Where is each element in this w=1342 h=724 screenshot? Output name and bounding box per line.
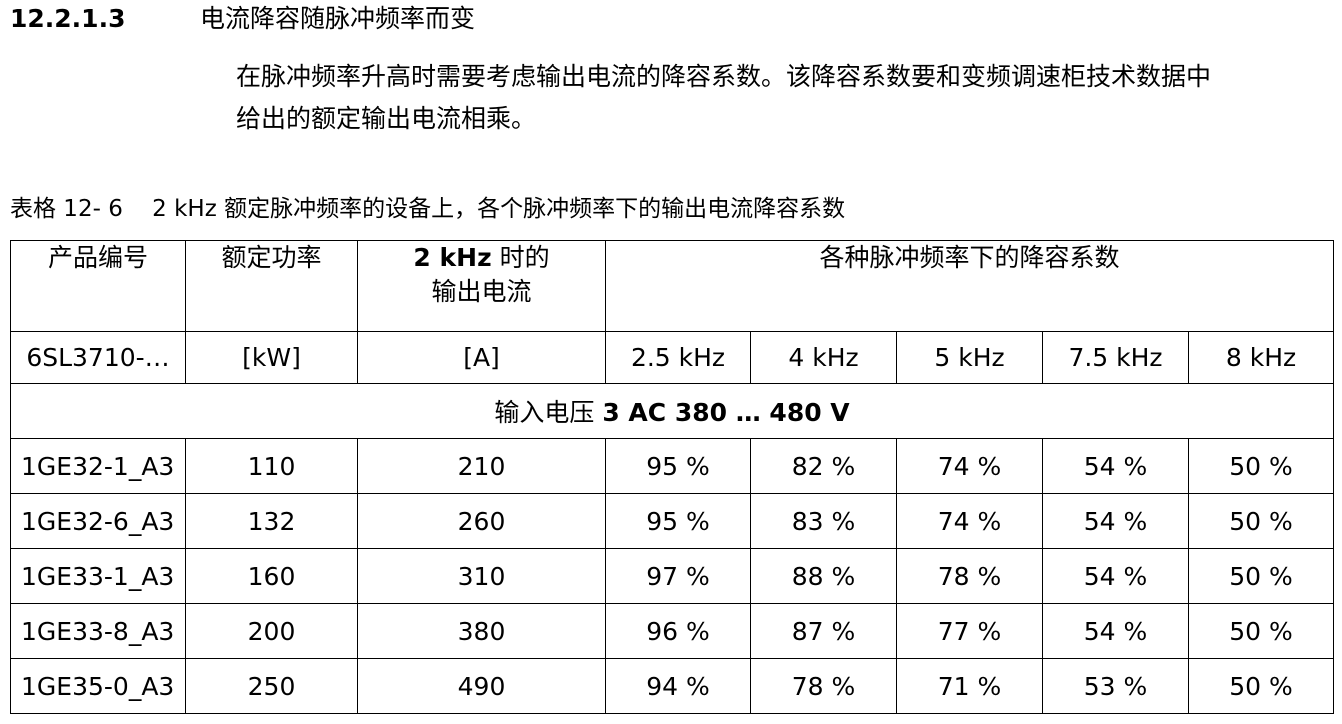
cell-derating-4khz: 88 % bbox=[750, 548, 897, 604]
intro-line-2: 给出的额定输出电流相乘。 bbox=[236, 104, 537, 133]
table-caption-id: 表格 12- 6 bbox=[10, 196, 123, 222]
unit-freq-8khz: 8 kHz bbox=[1187, 331, 1335, 384]
voltage-cell: 输入电压 3 AC 380 … 480 V bbox=[9, 383, 1335, 439]
cell-derating-5khz: 71 % bbox=[896, 658, 1043, 714]
cell-output-current: 210 bbox=[357, 438, 606, 494]
cell-derating-7-5khz: 54 % bbox=[1042, 548, 1189, 604]
cell-derating-5khz: 78 % bbox=[896, 548, 1043, 604]
table-row: 1GE35-0_A3 250 490 94 % 78 % 71 % 53 % 5… bbox=[10, 658, 1335, 714]
section-title: 电流降容随脉冲频率而变 bbox=[200, 4, 476, 33]
cell-rated-power: 160 bbox=[185, 548, 358, 604]
cell-derating-7-5khz: 54 % bbox=[1042, 493, 1189, 549]
voltage-prefix: 输入电压 bbox=[494, 398, 603, 427]
cell-product-code: 1GE33-8_A3 bbox=[10, 603, 186, 659]
header-derating-group: 各种脉冲频率下的降容系数 bbox=[604, 240, 1335, 332]
intro-paragraph: 在脉冲频率升高时需要考虑输出电流的降容系数。该降容系数要和变频调速柜技术数据中 … bbox=[236, 56, 1336, 140]
unit-freq-5khz: 5 kHz bbox=[896, 331, 1043, 384]
unit-freq-2-5khz: 2.5 kHz bbox=[605, 331, 751, 384]
cell-derating-7-5khz: 54 % bbox=[1042, 603, 1189, 659]
cell-output-current: 380 bbox=[357, 603, 606, 659]
table-caption: 表格 12- 6 2 kHz 额定脉冲频率的设备上，各个脉冲频率下的输出电流降容… bbox=[10, 192, 845, 226]
cell-derating-4khz: 82 % bbox=[750, 438, 897, 494]
cell-product-code: 1GE35-0_A3 bbox=[10, 658, 186, 714]
cell-derating-2-5khz: 94 % bbox=[605, 658, 751, 714]
header-output-current-suffix: 时的 bbox=[491, 243, 550, 272]
cell-derating-5khz: 74 % bbox=[896, 493, 1043, 549]
unit-freq-4khz: 4 kHz bbox=[750, 331, 897, 384]
cell-derating-7-5khz: 54 % bbox=[1042, 438, 1189, 494]
cell-derating-4khz: 87 % bbox=[750, 603, 897, 659]
cell-derating-8khz: 50 % bbox=[1187, 658, 1335, 714]
header-output-current-freq: 2 kHz bbox=[413, 243, 492, 272]
derating-table: 产品编号 额定功率 2 kHz 时的 输出电流 各种脉冲频率下的降容系数 6SL… bbox=[9, 240, 1335, 714]
table-caption-text: 2 kHz 额定脉冲频率的设备上，各个脉冲频率下的输出电流降容系数 bbox=[152, 196, 846, 222]
cell-derating-2-5khz: 97 % bbox=[605, 548, 751, 604]
table-row: 1GE32-6_A3 132 260 95 % 83 % 74 % 54 % 5… bbox=[10, 493, 1335, 549]
cell-derating-5khz: 77 % bbox=[896, 603, 1043, 659]
table-row: 1GE32-1_A3 110 210 95 % 82 % 74 % 54 % 5… bbox=[10, 438, 1335, 494]
cell-derating-8khz: 50 % bbox=[1187, 438, 1335, 494]
cell-product-code: 1GE33-1_A3 bbox=[10, 548, 186, 604]
unit-freq-7-5khz: 7.5 kHz bbox=[1042, 331, 1189, 384]
unit-row: 6SL3710-… [kW] [A] 2.5 kHz 4 kHz 5 kHz 7… bbox=[10, 331, 1335, 384]
cell-derating-5khz: 74 % bbox=[896, 438, 1043, 494]
intro-line-1: 在脉冲频率升高时需要考虑输出电流的降容系数。该降容系数要和变频调速柜技术数据中 bbox=[236, 62, 1212, 91]
header-product-code: 产品编号 bbox=[10, 240, 186, 332]
header-output-current-line2: 输出电流 bbox=[431, 277, 532, 306]
cell-output-current: 260 bbox=[357, 493, 606, 549]
cell-derating-8khz: 50 % bbox=[1187, 548, 1335, 604]
cell-rated-power: 250 bbox=[185, 658, 358, 714]
unit-rated-power: [kW] bbox=[185, 331, 358, 384]
unit-product-code: 6SL3710-… bbox=[10, 331, 186, 384]
unit-output-current: [A] bbox=[357, 331, 606, 384]
cell-rated-power: 132 bbox=[185, 493, 358, 549]
cell-derating-2-5khz: 96 % bbox=[605, 603, 751, 659]
voltage-value: 3 AC 380 … 480 V bbox=[602, 398, 850, 427]
cell-output-current: 490 bbox=[357, 658, 606, 714]
cell-product-code: 1GE32-1_A3 bbox=[10, 438, 186, 494]
cell-output-current: 310 bbox=[357, 548, 606, 604]
voltage-row: 输入电压 3 AC 380 … 480 V bbox=[9, 383, 1335, 439]
header-rated-power: 额定功率 bbox=[185, 240, 358, 332]
cell-derating-2-5khz: 95 % bbox=[605, 493, 751, 549]
header-output-current: 2 kHz 时的 输出电流 bbox=[357, 240, 606, 332]
table-row: 1GE33-1_A3 160 310 97 % 88 % 78 % 54 % 5… bbox=[10, 548, 1335, 604]
cell-derating-8khz: 50 % bbox=[1187, 493, 1335, 549]
table-row: 1GE33-8_A3 200 380 96 % 87 % 77 % 54 % 5… bbox=[10, 603, 1335, 659]
cell-rated-power: 110 bbox=[185, 438, 358, 494]
section-number: 12.2.1.3 bbox=[10, 4, 126, 33]
cell-rated-power: 200 bbox=[185, 603, 358, 659]
cell-derating-8khz: 50 % bbox=[1187, 603, 1335, 659]
cell-derating-4khz: 78 % bbox=[750, 658, 897, 714]
cell-derating-4khz: 83 % bbox=[750, 493, 897, 549]
header-row: 产品编号 额定功率 2 kHz 时的 输出电流 各种脉冲频率下的降容系数 bbox=[10, 240, 1335, 332]
cell-derating-7-5khz: 53 % bbox=[1042, 658, 1189, 714]
cell-product-code: 1GE32-6_A3 bbox=[10, 493, 186, 549]
cell-derating-2-5khz: 95 % bbox=[605, 438, 751, 494]
